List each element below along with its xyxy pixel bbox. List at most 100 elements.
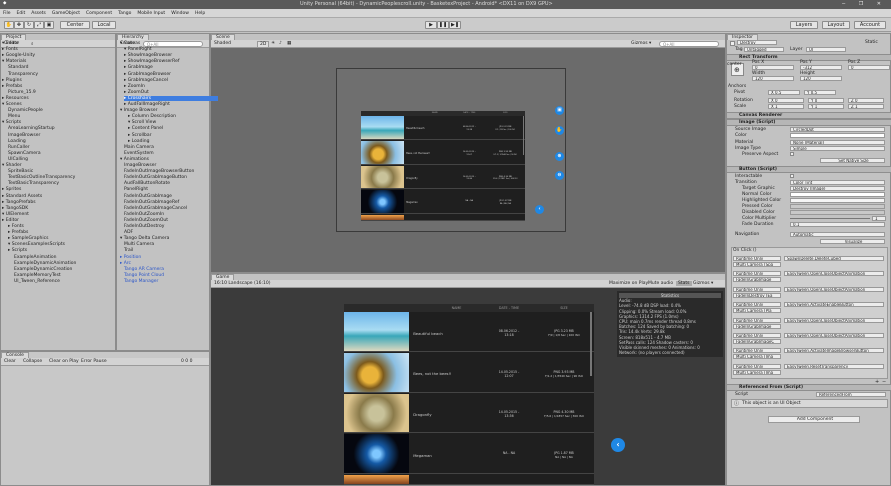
project-item[interactable]: ▾ Scripts <box>2 120 21 125</box>
hierarchy-item[interactable]: ▸ AudFallImageRight <box>124 102 170 107</box>
hierarchy-item[interactable]: ▸ GrabImageCancel <box>124 78 168 83</box>
project-item[interactable]: UI_Tween_Reference <box>14 279 60 284</box>
project-item[interactable]: AreaLearningStartup <box>8 126 55 131</box>
event-mode-dropdown[interactable]: Runtime Only <box>733 317 781 323</box>
hierarchy-item[interactable]: ▸ ZoomOut <box>124 90 149 95</box>
hierarchy-item[interactable]: ▾ Image Browser <box>120 108 157 113</box>
pivot-center-toggle[interactable]: Center <box>60 21 90 29</box>
menu-component[interactable]: Component <box>83 9 115 16</box>
hierarchy-item[interactable]: ▸ ShowImageBrowserRef <box>124 59 179 64</box>
hierarchy-item[interactable]: FadeInOutGrabImageButton <box>124 175 187 180</box>
hierarchy-item[interactable]: ▸ ShowImageBrowser <box>124 53 172 58</box>
project-item[interactable]: ▸ Prefabs <box>8 230 28 235</box>
hierarchy-item[interactable]: ▾ Tango Delta Camera <box>120 236 169 241</box>
step-button[interactable]: ▶❚ <box>449 21 461 29</box>
color-swatch[interactable] <box>790 198 885 203</box>
project-item[interactable]: Transparency <box>8 72 38 77</box>
hand-tool-button[interactable]: ✋ <box>4 21 14 29</box>
scene-zoom-out-button[interactable]: ⊖ <box>555 171 564 180</box>
material-field[interactable]: None (Material) <box>790 140 885 145</box>
project-item[interactable]: UICalling <box>8 157 28 162</box>
navigation-dropdown[interactable]: Automatic <box>790 232 885 237</box>
scene-zoom-in-button[interactable]: ⊕ <box>555 152 564 161</box>
table-row[interactable]: Dragonfly 14.05.2015 -13:36 PNG 4.30 MB F/5… <box>344 393 594 434</box>
project-item[interactable]: ▸ Fonts <box>8 224 24 229</box>
table-scrollbar[interactable] <box>590 312 592 376</box>
project-item[interactable]: ▸ Sprites <box>2 187 21 192</box>
rect-tool-button[interactable]: ▣ <box>44 21 54 29</box>
table-row[interactable]: Megaman NA - NA JPG 1.87 MB NA | NA | NA <box>361 190 525 214</box>
project-item[interactable]: ExampleMemoryTest <box>14 273 61 278</box>
hierarchy-item[interactable]: FadeInOutImageBrowserButton <box>124 169 194 174</box>
hierarchy-item[interactable]: Tango Point Cloud <box>124 273 164 278</box>
project-item[interactable]: ▸ Scripts <box>8 248 27 253</box>
hierarchy-item[interactable]: ▸ GrabImageBrowser <box>124 72 171 77</box>
event-target-field[interactable]: FadeInGrabImageC <box>733 339 781 344</box>
pos-field[interactable]: -312 <box>800 65 842 70</box>
color-swatch[interactable] <box>790 204 885 209</box>
table-row[interactable]: Sunset elephants18.05.2007 -TIF 1.56 MB <box>361 214 525 221</box>
fade-duration-field[interactable]: 0.1 <box>790 222 885 227</box>
scene-image-browser-button[interactable]: ▣ <box>555 106 564 115</box>
pos-field[interactable]: 0 <box>848 65 890 70</box>
move-tool-button[interactable]: ✥ <box>14 21 24 29</box>
hierarchy-item[interactable]: FadeInOutZoomIn <box>124 212 164 217</box>
scene-grab-button[interactable]: ✋ <box>555 126 564 135</box>
event-function-dropdown[interactable]: EasyTween.OpenCloseObjectAnimation <box>784 317 884 323</box>
scale-field[interactable]: X 1 <box>768 104 804 109</box>
hierarchy-item[interactable]: ▾ Scroll View <box>128 120 156 125</box>
rotation-field[interactable]: X 0 <box>768 98 804 103</box>
console-clear-on-play-button[interactable]: Clear on Play <box>49 359 79 364</box>
hierarchy-item[interactable]: FadeInOutZoomOut <box>124 218 168 223</box>
source-image-field[interactable]: CircledDot <box>790 127 885 132</box>
multiplier-slider[interactable] <box>790 218 870 219</box>
hierarchy-item[interactable]: ▾ Animations <box>120 157 149 162</box>
hierarchy-item[interactable]: ADF <box>124 230 133 235</box>
shading-mode-dropdown[interactable]: Shaded <box>214 41 231 46</box>
project-item[interactable]: SpriteBasic <box>8 169 33 174</box>
project-item[interactable]: Picture_15.9 <box>8 90 36 95</box>
color-swatch[interactable] <box>790 192 885 197</box>
preserve-aspect-checkbox[interactable] <box>790 152 794 156</box>
hierarchy-item[interactable]: Multi Camera <box>124 242 154 247</box>
hierarchy-item[interactable]: ▾ PanelRight <box>124 47 152 52</box>
project-item[interactable]: ▾ Scenes <box>2 102 22 107</box>
hierarchy-item[interactable]: ▸ Arc <box>120 261 131 266</box>
menu-assets[interactable]: Assets <box>28 9 49 16</box>
scale-field[interactable]: Z 1 <box>848 104 884 109</box>
console-error-pause-button[interactable]: Error Pause <box>81 359 107 364</box>
event-mode-dropdown[interactable]: Runtime Only <box>733 333 781 338</box>
table-row[interactable]: Beautiful beach 08.06.2012 -13:18 JPG 3.23… <box>361 116 525 140</box>
menu-help[interactable]: Help <box>192 9 208 16</box>
project-item[interactable]: Menu <box>8 114 20 119</box>
console-collapse-button[interactable]: Collapse <box>23 359 42 364</box>
menu-mobile-input[interactable]: Mobile Input <box>134 9 168 16</box>
project-item[interactable]: ▾ Editor <box>2 41 19 46</box>
event-function-dropdown[interactable]: SpawnDelete.DeleteCubed <box>784 256 884 261</box>
project-item[interactable]: ExampleAnimation <box>14 255 56 260</box>
menu-edit[interactable]: Edit <box>14 9 29 16</box>
image-type-dropdown[interactable]: Simple <box>790 146 885 151</box>
project-item[interactable]: Standard <box>8 65 28 70</box>
project-item[interactable]: ▸ Fonts <box>2 47 18 52</box>
referenced-from-header[interactable]: Referenced From (Script) <box>727 384 891 391</box>
add-component-button[interactable]: Add Component <box>768 416 860 423</box>
visualize-button[interactable]: Visualize <box>820 239 885 244</box>
account-dropdown[interactable]: Account <box>854 21 886 29</box>
event-target-field[interactable]: FadeInGrabImage <box>733 277 781 283</box>
event-target-field[interactable]: FadeInDestroy (Ea <box>733 292 781 298</box>
hierarchy-item[interactable]: ▸ Content Panel <box>128 126 163 131</box>
table-row[interactable]: Megaman NA - NA JPG 1.87 MB NA | NA | NA <box>344 434 594 474</box>
color-field[interactable] <box>790 133 885 138</box>
project-item[interactable]: TextBasicTransparency <box>8 181 59 186</box>
hierarchy-item[interactable]: FadeInOutDestroy <box>124 224 164 229</box>
scene-effects-icon[interactable]: ▦ <box>287 41 291 46</box>
multiplier-field[interactable]: 1 <box>872 216 886 221</box>
layer-dropdown[interactable]: UI <box>806 47 846 52</box>
table-row[interactable]: Dragonfly 14.05.2015 -13:36 PNG 4.30 MB F/5… <box>361 165 525 190</box>
hierarchy-item[interactable]: FadeInOutGrabImageCancel <box>124 206 187 211</box>
pivot-local-toggle[interactable]: Local <box>92 21 116 29</box>
color-swatch[interactable] <box>790 210 885 215</box>
hierarchy-item[interactable]: ▸ Loading <box>128 139 149 144</box>
project-item[interactable]: Loading <box>8 139 26 144</box>
